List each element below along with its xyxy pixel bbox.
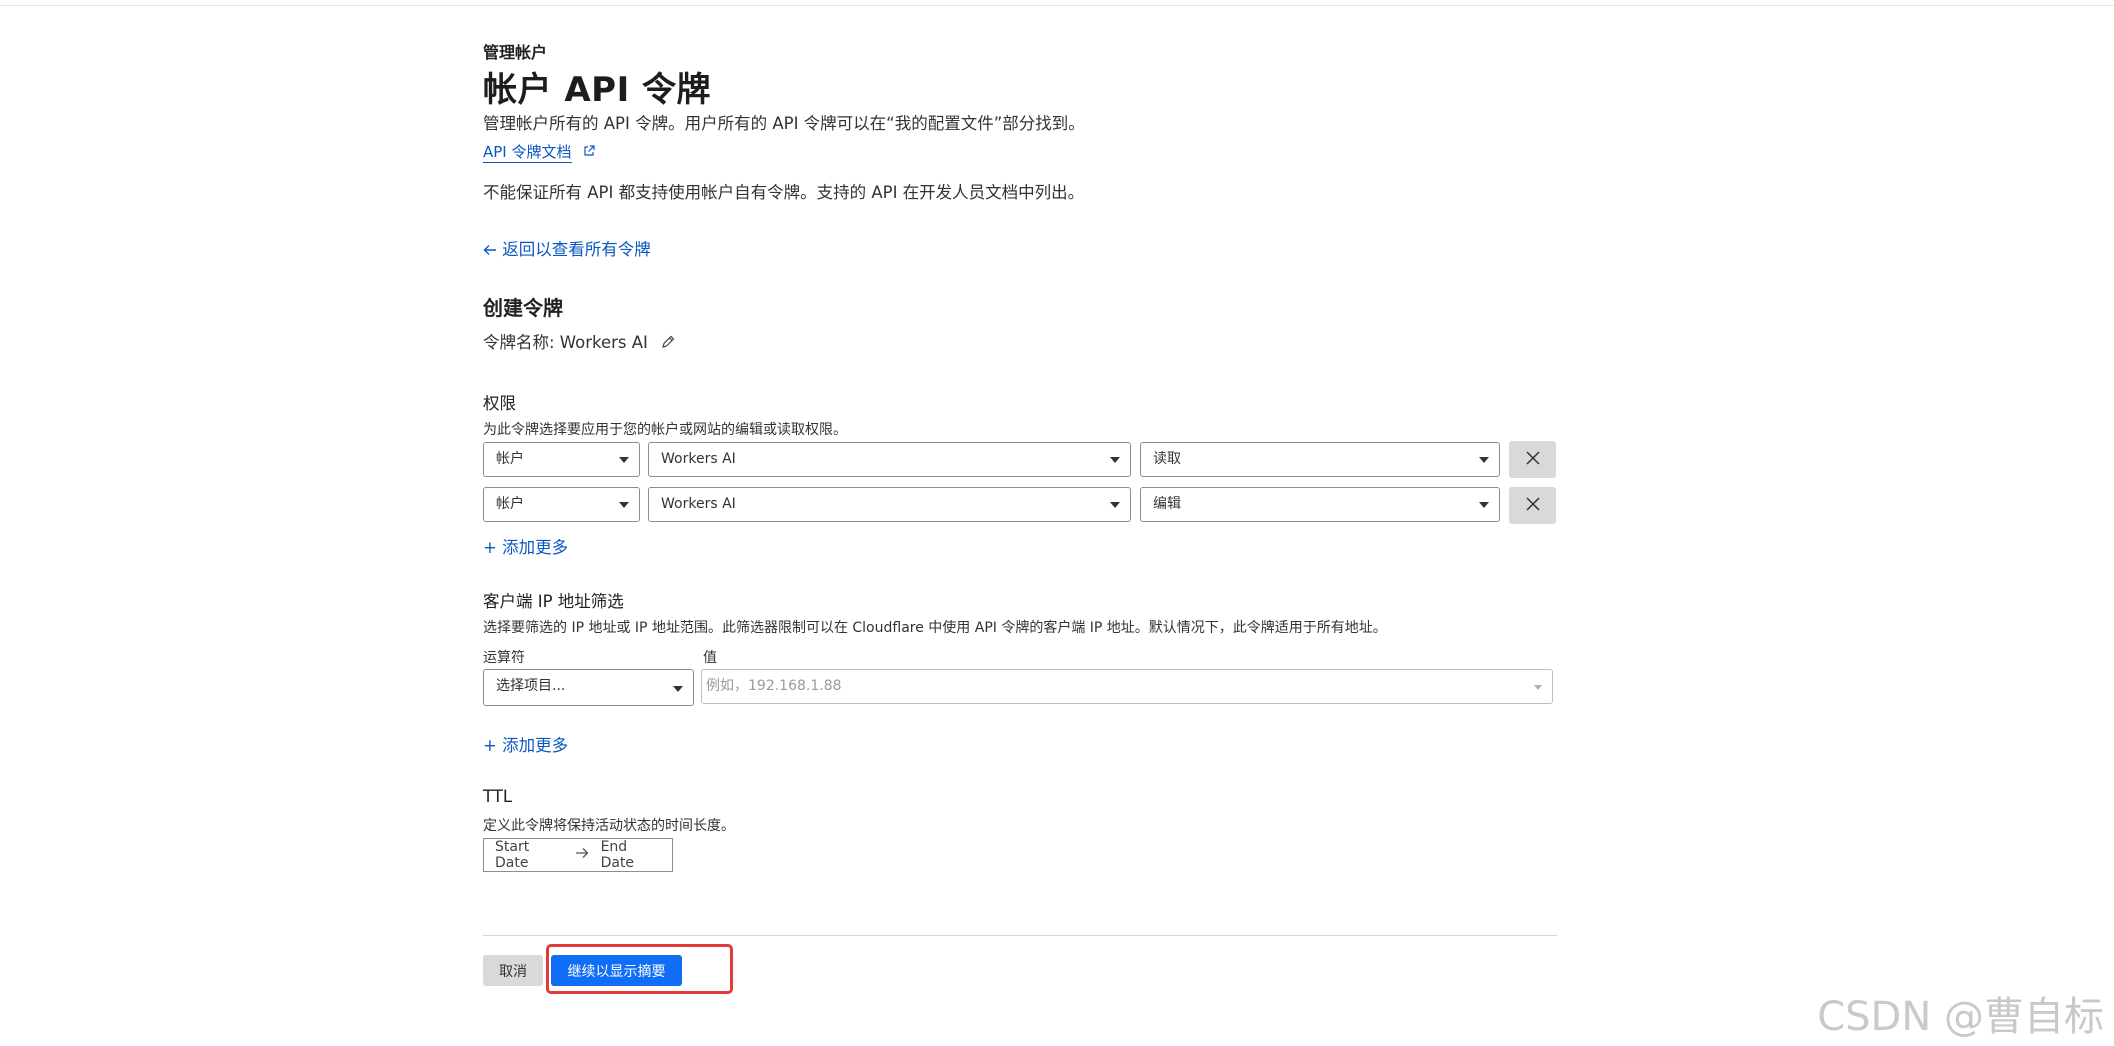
level-value: 编辑	[1153, 496, 1181, 512]
breadcrumb[interactable]: 管理帐户	[483, 39, 547, 63]
page-description: 管理帐户所有的 API 令牌。用户所有的 API 令牌可以在“我的配置文件”部分…	[483, 114, 1085, 133]
permission-resource-select-1[interactable]: Workers AI	[648, 442, 1131, 477]
caret-down-icon	[1479, 502, 1489, 508]
caret-down-icon	[673, 686, 683, 692]
permission-level-select-1[interactable]: 读取	[1140, 442, 1500, 477]
caret-down-icon	[1110, 457, 1120, 463]
back-link-label: 返回以查看所有令牌	[502, 240, 651, 259]
token-name-row: 令牌名称: Workers AI	[483, 329, 675, 353]
permission-level-select-2[interactable]: 编辑	[1140, 487, 1500, 522]
arrow-left-icon	[483, 240, 502, 259]
resource-value: Workers AI	[661, 451, 736, 467]
level-value: 读取	[1153, 451, 1181, 467]
token-name-text: 令牌名称: Workers AI	[483, 333, 648, 352]
ttl-title: TTL	[483, 787, 513, 806]
caret-down-icon	[619, 457, 629, 463]
arrow-right-icon	[575, 847, 589, 863]
create-token-heading: 创建令牌	[483, 296, 563, 320]
caret-down-icon	[1479, 457, 1489, 463]
caret-down-icon	[1110, 502, 1120, 508]
back-to-tokens-link[interactable]: 返回以查看所有令牌	[483, 236, 651, 260]
permission-scope-select-1[interactable]: 帐户	[483, 442, 640, 477]
doc-link-wrapper[interactable]: API 令牌文档	[483, 141, 595, 163]
ttl-date-range-picker[interactable]: Start Date End Date	[483, 838, 673, 872]
ip-filter-description: 选择要筛选的 IP 地址或 IP 地址范围。此筛选器限制可以在 Cloudfla…	[483, 620, 1387, 636]
remove-permission-button-2[interactable]	[1509, 487, 1556, 524]
operator-label: 运算符	[483, 650, 525, 666]
page-title: 帐户 API 令牌	[483, 70, 712, 110]
footer-divider	[483, 935, 1557, 936]
add-more-ip-filter-link[interactable]: + 添加更多	[483, 732, 568, 756]
resource-value: Workers AI	[661, 496, 736, 512]
watermark: CSDN @曹自标	[1817, 994, 2104, 1040]
permissions-description: 为此令牌选择要应用于您的帐户或网站的编辑或读取权限。	[483, 422, 847, 438]
end-date-field[interactable]: End Date	[601, 839, 661, 871]
edit-pencil-icon[interactable]	[661, 334, 675, 353]
support-note: 不能保证所有 API 都支持使用帐户自有令牌。支持的 API 在开发人员文档中列…	[483, 183, 1085, 202]
permissions-title: 权限	[483, 394, 516, 413]
ip-value-placeholder: 例如，192.168.1.88	[706, 678, 842, 694]
remove-permission-button-1[interactable]	[1509, 441, 1556, 478]
caret-down-icon	[619, 502, 629, 508]
api-token-docs-link[interactable]: API 令牌文档	[483, 143, 572, 163]
top-divider	[0, 5, 2114, 6]
external-link-icon	[583, 142, 595, 161]
start-date-field[interactable]: Start Date	[495, 839, 563, 871]
annotation-highlight-box	[546, 944, 733, 994]
permission-scope-select-2[interactable]: 帐户	[483, 487, 640, 522]
doc-link-label: API 令牌文档	[483, 143, 572, 161]
operator-select[interactable]: 选择项目...	[483, 669, 694, 706]
value-label: 值	[703, 650, 717, 666]
ip-value-input[interactable]: 例如，192.168.1.88	[701, 669, 1553, 704]
add-more-permissions-link[interactable]: + 添加更多	[483, 534, 568, 558]
ttl-description: 定义此令牌将保持活动状态的时间长度。	[483, 818, 735, 834]
operator-placeholder: 选择项目...	[496, 678, 566, 694]
close-icon	[1525, 450, 1540, 469]
scope-value: 帐户	[496, 496, 524, 512]
close-icon	[1525, 496, 1540, 515]
permission-resource-select-2[interactable]: Workers AI	[648, 487, 1131, 522]
caret-down-icon	[1534, 685, 1542, 690]
cancel-button[interactable]: 取消	[483, 955, 543, 986]
scope-value: 帐户	[496, 451, 524, 467]
ip-filter-title: 客户端 IP 地址筛选	[483, 592, 624, 611]
